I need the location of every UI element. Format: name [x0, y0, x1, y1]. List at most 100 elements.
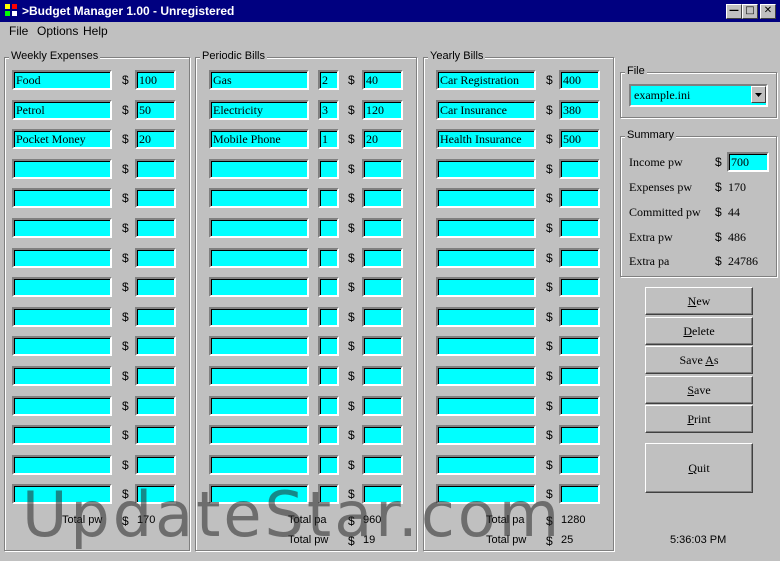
yearly-bill-amount-input[interactable] — [559, 188, 600, 208]
periodic-bill-amount-input[interactable] — [362, 188, 403, 208]
weekly-expense-name-input[interactable] — [12, 218, 112, 238]
yearly-bill-amount-input[interactable]: 380 — [559, 100, 600, 120]
periodic-bill-period-input[interactable] — [318, 218, 339, 238]
periodic-bill-period-input[interactable] — [318, 425, 339, 445]
periodic-bill-name-input[interactable] — [209, 159, 309, 179]
periodic-bill-name-input[interactable]: Gas — [209, 70, 309, 90]
weekly-expense-amount-input[interactable] — [135, 425, 176, 445]
periodic-bill-name-input[interactable] — [209, 366, 309, 386]
yearly-bill-name-input[interactable]: Car Registration — [436, 70, 536, 90]
periodic-bill-period-input[interactable]: 1 — [318, 129, 339, 149]
periodic-bill-period-input[interactable] — [318, 366, 339, 386]
weekly-expense-name-input[interactable] — [12, 248, 112, 268]
yearly-bill-name-input[interactable]: Car Insurance — [436, 100, 536, 120]
periodic-bill-period-input[interactable] — [318, 159, 339, 179]
periodic-bill-amount-input[interactable] — [362, 307, 403, 327]
periodic-bill-period-input[interactable]: 2 — [318, 70, 339, 90]
periodic-bill-period-input[interactable] — [318, 307, 339, 327]
yearly-bill-amount-input[interactable] — [559, 336, 600, 356]
close-button[interactable]: ✕ — [760, 4, 776, 19]
yearly-bill-amount-input[interactable] — [559, 425, 600, 445]
weekly-expense-name-input[interactable] — [12, 188, 112, 208]
weekly-expense-amount-input[interactable] — [135, 307, 176, 327]
print-button[interactable]: Print — [645, 405, 753, 433]
menu-file[interactable]: File — [9, 24, 28, 38]
periodic-bill-name-input[interactable] — [209, 396, 309, 416]
yearly-bill-name-input[interactable]: Health Insurance — [436, 129, 536, 149]
periodic-bill-amount-input[interactable] — [362, 159, 403, 179]
periodic-bill-name-input[interactable] — [209, 455, 309, 475]
weekly-expense-amount-input[interactable] — [135, 366, 176, 386]
quit-button[interactable]: Quit — [645, 443, 753, 493]
weekly-expense-name-input[interactable]: Food — [12, 70, 112, 90]
periodic-bill-amount-input[interactable] — [362, 336, 403, 356]
yearly-bill-amount-input[interactable] — [559, 307, 600, 327]
weekly-expense-name-input[interactable]: Pocket Money — [12, 129, 112, 149]
yearly-bill-name-input[interactable] — [436, 366, 536, 386]
yearly-bill-name-input[interactable] — [436, 307, 536, 327]
yearly-bill-amount-input[interactable] — [559, 484, 600, 504]
periodic-bill-name-input[interactable]: Mobile Phone — [209, 129, 309, 149]
periodic-bill-period-input[interactable] — [318, 455, 339, 475]
yearly-bill-amount-input[interactable] — [559, 366, 600, 386]
title-bar[interactable]: >Budget Manager 1.00 - Unregistered — □ … — [0, 0, 780, 22]
minimize-button[interactable]: — — [726, 4, 742, 19]
weekly-expense-amount-input[interactable] — [135, 396, 176, 416]
yearly-bill-name-input[interactable] — [436, 425, 536, 445]
menu-help[interactable]: Help — [83, 24, 108, 38]
weekly-expense-amount-input[interactable]: 100 — [135, 70, 176, 90]
weekly-expense-name-input[interactable]: Petrol — [12, 100, 112, 120]
weekly-expense-amount-input[interactable] — [135, 336, 176, 356]
yearly-bill-amount-input[interactable] — [559, 396, 600, 416]
periodic-bill-amount-input[interactable] — [362, 455, 403, 475]
weekly-expense-name-input[interactable] — [12, 307, 112, 327]
new-button[interactable]: New — [645, 287, 753, 315]
weekly-expense-name-input[interactable] — [12, 366, 112, 386]
periodic-bill-name-input[interactable] — [209, 425, 309, 445]
periodic-bill-amount-input[interactable] — [362, 425, 403, 445]
periodic-bill-period-input[interactable] — [318, 188, 339, 208]
weekly-expense-name-input[interactable] — [12, 396, 112, 416]
menu-options[interactable]: Options — [37, 24, 78, 38]
periodic-bill-period-input[interactable]: 3 — [318, 100, 339, 120]
weekly-expense-amount-input[interactable]: 20 — [135, 129, 176, 149]
yearly-bill-name-input[interactable] — [436, 188, 536, 208]
weekly-expense-amount-input[interactable] — [135, 218, 176, 238]
yearly-bill-name-input[interactable] — [436, 277, 536, 297]
yearly-bill-name-input[interactable] — [436, 159, 536, 179]
yearly-bill-amount-input[interactable] — [559, 218, 600, 238]
yearly-bill-amount-input[interactable] — [559, 455, 600, 475]
yearly-bill-name-input[interactable] — [436, 396, 536, 416]
maximize-button[interactable]: □ — [742, 4, 758, 19]
periodic-bill-name-input[interactable] — [209, 336, 309, 356]
delete-button[interactable]: Delete — [645, 317, 753, 345]
periodic-bill-period-input[interactable] — [318, 336, 339, 356]
yearly-bill-amount-input[interactable] — [559, 277, 600, 297]
weekly-expense-name-input[interactable] — [12, 425, 112, 445]
yearly-bill-amount-input[interactable]: 400 — [559, 70, 600, 90]
yearly-bill-name-input[interactable] — [436, 248, 536, 268]
weekly-expense-amount-input[interactable] — [135, 277, 176, 297]
periodic-bill-name-input[interactable] — [209, 277, 309, 297]
yearly-bill-name-input[interactable] — [436, 218, 536, 238]
save-as-button[interactable]: Save As — [645, 346, 753, 374]
periodic-bill-period-input[interactable] — [318, 396, 339, 416]
periodic-bill-amount-input[interactable] — [362, 366, 403, 386]
periodic-bill-amount-input[interactable] — [362, 218, 403, 238]
periodic-bill-amount-input[interactable]: 20 — [362, 129, 403, 149]
weekly-expense-name-input[interactable] — [12, 455, 112, 475]
dropdown-button[interactable] — [751, 86, 766, 103]
periodic-bill-amount-input[interactable]: 40 — [362, 70, 403, 90]
weekly-expense-amount-input[interactable] — [135, 248, 176, 268]
weekly-expense-amount-input[interactable] — [135, 159, 176, 179]
yearly-bill-name-input[interactable] — [436, 455, 536, 475]
income-pw-input[interactable]: 700 — [727, 152, 769, 172]
weekly-expense-amount-input[interactable] — [135, 188, 176, 208]
periodic-bill-amount-input[interactable] — [362, 396, 403, 416]
periodic-bill-name-input[interactable] — [209, 307, 309, 327]
save-button[interactable]: Save — [645, 376, 753, 404]
periodic-bill-amount-input[interactable] — [362, 277, 403, 297]
periodic-bill-amount-input[interactable] — [362, 248, 403, 268]
periodic-bill-name-input[interactable] — [209, 248, 309, 268]
yearly-bill-amount-input[interactable]: 500 — [559, 129, 600, 149]
